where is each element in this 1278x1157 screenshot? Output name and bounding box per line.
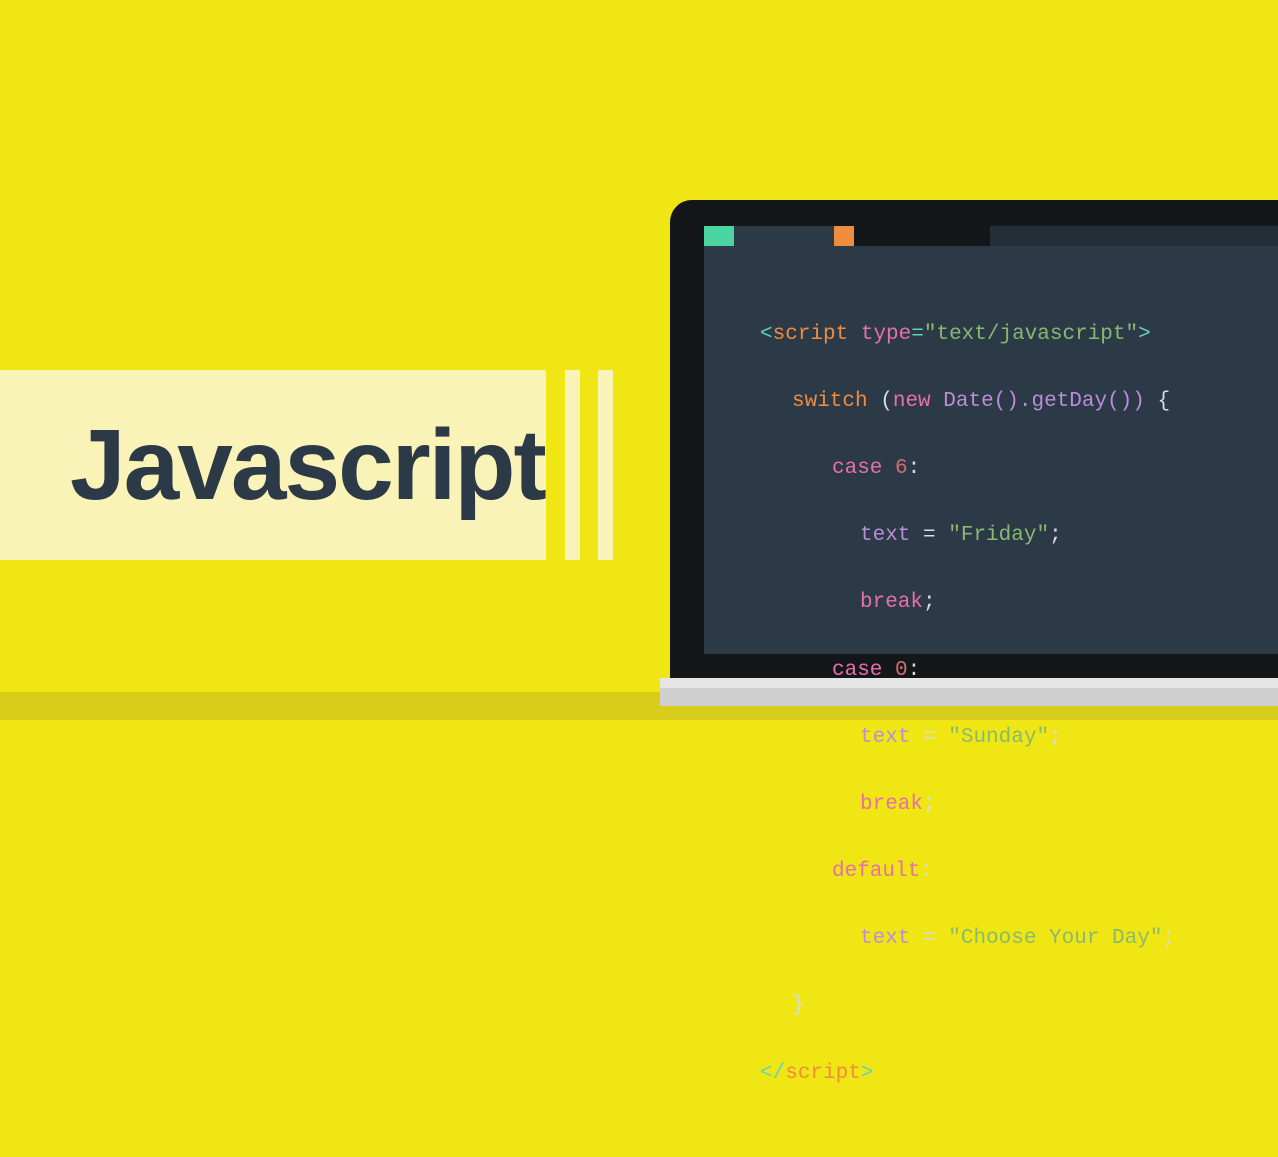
- laptop-screen: <script type="text/javascript"> switch (…: [704, 226, 1278, 654]
- title-text: Javascript: [70, 408, 545, 523]
- code-line: }: [760, 989, 1278, 1023]
- code-line: case 6:: [760, 452, 1278, 486]
- title-band: Javascript: [0, 370, 546, 560]
- laptop-base-inner: [660, 688, 1278, 706]
- tab-indicator-green: [704, 226, 734, 246]
- title-stripe: [598, 370, 613, 560]
- tab-dark-region: [990, 226, 1278, 246]
- editor-tab-strip: [704, 226, 1278, 246]
- code-line: text = "Choose Your Day";: [760, 922, 1278, 956]
- laptop-illustration: <script type="text/javascript"> switch (…: [660, 200, 1278, 720]
- code-line: text = "Sunday";: [760, 721, 1278, 755]
- laptop-bezel: <script type="text/javascript"> switch (…: [670, 200, 1278, 678]
- code-line: text = "Friday";: [760, 519, 1278, 553]
- code-line: switch (new Date().getDay()) {: [760, 385, 1278, 419]
- tab-indicator-orange: [834, 226, 854, 246]
- code-line: break;: [760, 788, 1278, 822]
- code-line: default:: [760, 855, 1278, 889]
- code-line: <script type="text/javascript">: [760, 318, 1278, 352]
- code-line: </script>: [760, 1057, 1278, 1091]
- code-line: break;: [760, 586, 1278, 620]
- title-stripe: [565, 370, 580, 560]
- tab-spacer: [734, 226, 834, 246]
